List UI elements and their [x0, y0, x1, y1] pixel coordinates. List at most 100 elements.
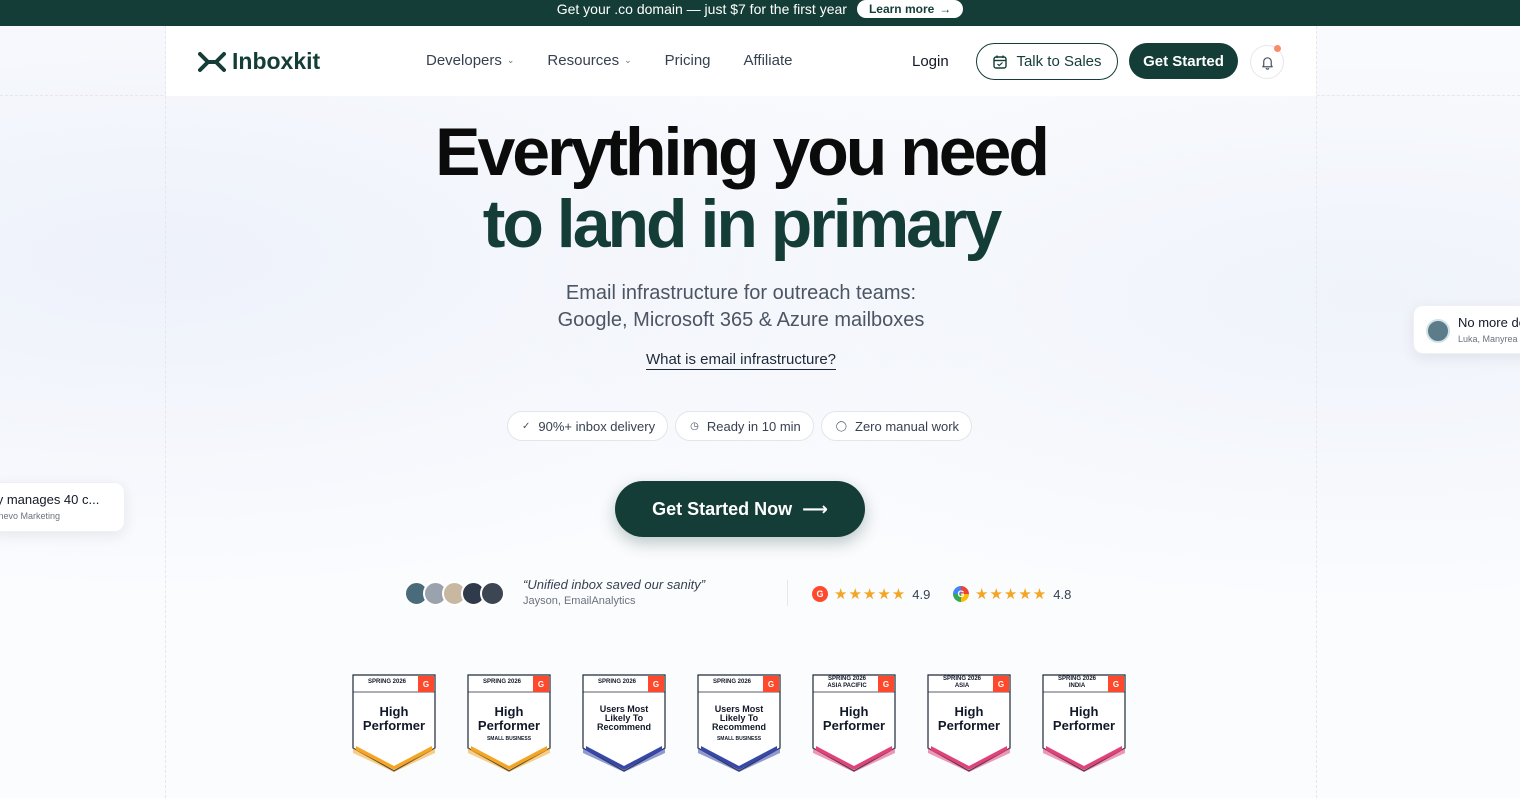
calendar-icon [993, 55, 1008, 69]
badge-season: SPRING 2026 [701, 679, 763, 686]
badge-season-label: SPRING 2026 [1057, 676, 1097, 682]
testimonial-author: n, Anevo Marketing [0, 511, 61, 521]
badge-title-line: Performer [937, 718, 1001, 733]
hero-headline-line1: Everything you need [435, 114, 1050, 190]
rating-score: 4.9 [912, 586, 931, 602]
badge-segment: SMALL BUSINESS [716, 736, 762, 742]
badge-title: High Performer [467, 705, 551, 733]
testimonial-card: No more do Luka, Manyrea [1413, 305, 1520, 354]
g2-icon: G [812, 586, 828, 602]
nav-label: Pricing [664, 52, 711, 69]
bell-icon [1261, 56, 1273, 70]
g2-badge: SPRING 2026 ASIA G High Performer [927, 674, 1011, 772]
badge-title: High Performer [1042, 705, 1126, 733]
g2-icon: G [763, 676, 779, 692]
g2-badges: SPRING 2026 G High Performer SPRING 2026 G Hig… [352, 674, 1126, 772]
nav-pricing[interactable]: Pricing [665, 52, 711, 69]
nav-resources[interactable]: Resources ⌄ [547, 52, 631, 69]
learn-more-label: Learn more [868, 2, 935, 16]
badge-region-label: INDIA [1068, 683, 1086, 689]
customer-quote: “Unified inbox saved our sanity” Jayson,… [523, 577, 705, 607]
talk-to-sales-button[interactable]: Talk to Sales [976, 43, 1118, 80]
g2-icon: G [533, 676, 549, 692]
badge-title-line: High [494, 704, 524, 719]
star-rating: ★★★★★ [834, 586, 907, 603]
g2-icon: G [648, 676, 664, 692]
badge-title-line: Performer [822, 718, 886, 733]
g2-badge: SPRING 2026 ASIA PACIFIC G High Performer [812, 674, 896, 772]
badge-title: High Performer [927, 705, 1011, 733]
google-rating: G ★★★★★ 4.8 [953, 585, 1071, 603]
g2-badge: SPRING 2026 G High Performer SMALL BUSINESS [467, 674, 551, 772]
arrow-right-icon: → [939, 2, 952, 16]
nav-label: Resources [547, 52, 620, 69]
badge-title-line: High [1069, 704, 1099, 719]
badge-season-label: SPRING 2026 [482, 679, 522, 685]
customer-avatars [404, 581, 505, 606]
badge-season: SPRING 2026 [356, 679, 418, 686]
login-link[interactable]: Login [912, 53, 949, 70]
badge-title-line: Recommend [711, 722, 766, 732]
badge-title-line: High [954, 704, 984, 719]
avatar [1426, 319, 1450, 343]
badge-region-label: ASIA [954, 683, 970, 689]
hero-subtitle-line1: Email infrastructure for outreach teams: [565, 282, 917, 304]
cta-label: Get Started Now [652, 498, 793, 519]
notifications-button[interactable] [1250, 45, 1284, 79]
feature-pill: ◷ Ready in 10 min [675, 411, 814, 441]
g2-badge: SPRING 2026 G High Performer [352, 674, 436, 772]
talk-to-sales-label: Talk to Sales [1016, 53, 1102, 70]
testimonial-card: ncy manages 40 c... n, Anevo Marketing [0, 482, 125, 532]
badge-title: Users Most Likely To Recommend [582, 705, 666, 732]
logo[interactable]: Inboxkit [198, 48, 320, 75]
learn-more-button[interactable]: Learn more → [856, 0, 964, 18]
announcement-bar: Get your .co domain — just $7 for the fi… [0, 0, 1520, 26]
google-icon: G [953, 586, 969, 602]
badge-season: SPRING 2026 ASIA PACIFIC [816, 676, 878, 690]
get-started-button[interactable]: Get Started [1129, 43, 1238, 79]
badge-title-line: High [379, 704, 409, 719]
badge-title-line: High [839, 704, 869, 719]
star-rating: ★★★★★ [975, 586, 1048, 603]
badge-title-line: Recommend [596, 722, 651, 732]
badge-season: SPRING 2026 [471, 679, 533, 686]
badge-season-label: SPRING 2026 [942, 676, 982, 682]
feature-pill: ◯ Zero manual work [820, 411, 973, 441]
announcement-text: Get your .co domain — just $7 for the fi… [556, 1, 847, 17]
g2-icon: G [993, 676, 1009, 692]
badge-region-label: ASIA PACIFIC [827, 683, 867, 689]
avatar [480, 581, 505, 606]
nav-affiliate[interactable]: Affiliate [744, 52, 793, 69]
testimonial-title: ncy manages 40 c... [0, 492, 100, 507]
site-header: Inboxkit Developers ⌄ Resources ⌄ Pricin… [166, 26, 1316, 96]
g2-icon: G [878, 676, 894, 692]
badge-title: Users Most Likely To Recommend [697, 705, 781, 732]
hero-subtitle-line2: Google, Microsoft 365 & Azure mailboxes [557, 309, 925, 331]
badge-title-line: Performer [1052, 718, 1116, 733]
arrow-right-icon: ⟶ [802, 498, 828, 519]
nav-developers[interactable]: Developers ⌄ [426, 52, 514, 69]
feature-pill-label: Zero manual work [855, 418, 960, 434]
check-icon: ✓ [522, 420, 531, 432]
badge-season: SPRING 2026 [586, 679, 648, 686]
hero-subtitle: Email infrastructure for outreach teams:… [0, 280, 1482, 334]
badge-segment: SMALL BUSINESS [486, 736, 532, 742]
feature-pills: ✓ 90%+ inbox delivery ◷ Ready in 10 min … [507, 411, 973, 441]
chevron-down-icon: ⌄ [624, 55, 632, 65]
feature-pill: ✓ 90%+ inbox delivery [507, 411, 669, 441]
testimonial-title: No more do [1458, 315, 1520, 330]
badge-title: High Performer [352, 705, 436, 733]
quote-text: “Unified inbox saved our sanity” [523, 577, 706, 592]
hero-headline-line2: to land in primary [482, 186, 1003, 262]
badge-season-label: SPRING 2026 [367, 679, 407, 685]
get-started-now-button[interactable]: Get Started Now ⟶ [615, 481, 865, 537]
logo-text: Inboxkit [232, 48, 321, 74]
clock-icon: ◷ [690, 420, 699, 432]
rating-score: 4.8 [1053, 586, 1072, 602]
badge-title-line: Performer [477, 718, 541, 733]
badge-title-line: Performer [362, 718, 426, 733]
badge-season-label: SPRING 2026 [712, 679, 752, 685]
g2-badge: SPRING 2026 G Users Most Likely To Recommend… [697, 674, 781, 772]
badge-season-label: SPRING 2026 [827, 676, 867, 682]
what-is-email-infrastructure-link[interactable]: What is email infrastructure? [645, 351, 837, 370]
